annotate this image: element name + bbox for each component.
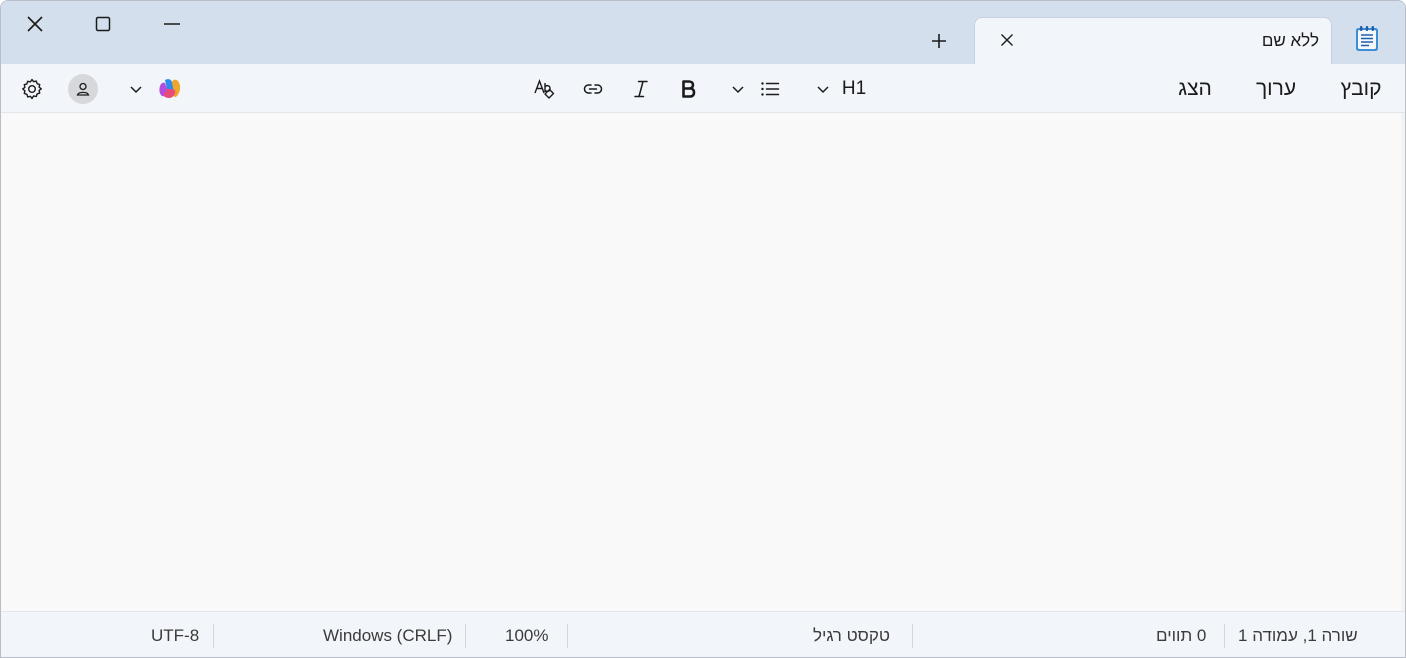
maximize-window-button[interactable]: [69, 1, 137, 47]
menu-view-label: הצג: [1178, 76, 1212, 100]
italic-button[interactable]: [626, 64, 656, 113]
heading-dropdown-button[interactable]: [813, 64, 833, 113]
gear-icon: [22, 78, 42, 99]
status-separator: [465, 624, 466, 648]
menu-edit[interactable]: ערוך: [1245, 64, 1307, 113]
cursor-position-status[interactable]: שורה 1, עמודה 1: [1238, 612, 1358, 657]
character-count-status: 0 תווים: [1156, 626, 1207, 645]
toolbar: H1 הצג ערוך קובץ: [1, 64, 1405, 113]
status-separator: [567, 624, 568, 648]
document-tab[interactable]: ללא שם: [974, 17, 1332, 64]
close-tab-button[interactable]: [997, 30, 1017, 50]
chevron-down-icon: [130, 85, 142, 93]
spellcheck-button[interactable]: [529, 64, 559, 113]
vertical-scrollbar[interactable]: [1401, 113, 1405, 611]
account-button[interactable]: [67, 64, 99, 113]
plus-icon: [932, 34, 946, 48]
bold-button[interactable]: [673, 64, 703, 113]
minimize-icon: [164, 23, 180, 25]
list-dropdown-button[interactable]: [728, 64, 748, 113]
title-bar[interactable]: ללא שם: [1, 1, 1405, 64]
new-tab-button[interactable]: [925, 27, 953, 55]
copilot-icon: [159, 78, 181, 98]
chevron-down-icon: [817, 85, 829, 93]
zoom-status[interactable]: 100%: [505, 612, 548, 657]
status-separator: [213, 624, 214, 648]
menu-edit-label: ערוך: [1255, 76, 1297, 100]
account-icon: [76, 82, 90, 96]
settings-button[interactable]: [13, 64, 51, 113]
link-icon: [583, 83, 603, 94]
notepad-window: ללא שם H1 הצג ערוך קובץ UTF-8 Windows (C…: [0, 0, 1406, 658]
menu-file[interactable]: קובץ: [1329, 64, 1393, 113]
list-icon: [761, 81, 780, 96]
close-icon: [27, 16, 43, 32]
copilot-dropdown-button[interactable]: [125, 64, 147, 113]
status-separator: [912, 624, 913, 648]
italic-icon: [634, 80, 648, 97]
notepad-icon: [1356, 26, 1378, 51]
close-window-button[interactable]: [1, 1, 69, 47]
text-editor-area[interactable]: [1, 113, 1405, 611]
heading-label: H1: [841, 77, 867, 99]
close-icon: [1001, 34, 1013, 46]
encoding-status[interactable]: UTF-8: [151, 612, 199, 657]
minimize-window-button[interactable]: [138, 1, 206, 47]
tab-title: ללא שם: [1261, 31, 1319, 50]
status-bar: UTF-8 Windows (CRLF) 100% טקסט רגיל 0 תו…: [1, 611, 1405, 657]
format-status[interactable]: טקסט רגיל: [813, 612, 890, 657]
spellcheck-icon: [534, 78, 555, 99]
copilot-button[interactable]: [155, 64, 185, 113]
menu-view[interactable]: הצג: [1167, 64, 1223, 113]
insert-link-button[interactable]: [578, 64, 608, 113]
list-button[interactable]: [755, 64, 785, 113]
chevron-down-icon: [732, 85, 744, 93]
maximize-icon: [95, 16, 111, 32]
avatar: [68, 73, 98, 104]
line-ending-status[interactable]: Windows (CRLF): [323, 612, 452, 657]
status-separator: [1224, 624, 1225, 648]
menu-file-label: קובץ: [1340, 76, 1382, 100]
bold-icon: [682, 79, 696, 98]
heading-button[interactable]: H1: [837, 64, 871, 113]
